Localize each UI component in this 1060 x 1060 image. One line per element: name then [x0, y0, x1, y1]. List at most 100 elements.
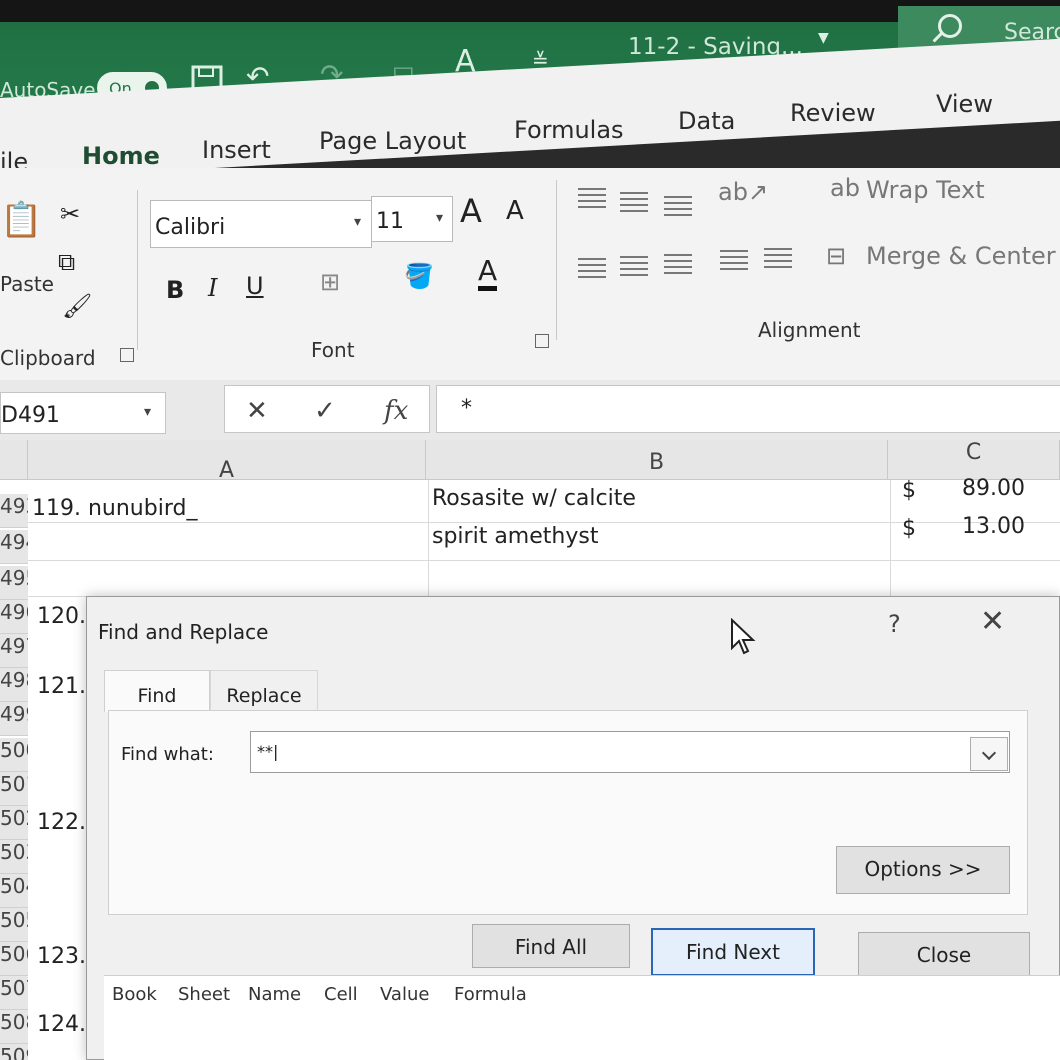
cell-a498[interactable]: 121.: [37, 674, 86, 699]
tab-review[interactable]: Review: [790, 99, 876, 127]
row-header[interactable]: 493: [0, 494, 28, 528]
decrease-indent-icon[interactable]: [720, 250, 748, 272]
column-label-b: B: [648, 450, 665, 475]
clipboard-launcher-icon[interactable]: [120, 348, 134, 362]
tab-home[interactable]: Home: [82, 142, 160, 182]
cell-a506[interactable]: 123.: [37, 944, 86, 969]
row-header[interactable]: 504: [0, 874, 28, 908]
align-left-icon[interactable]: [578, 258, 606, 280]
find-next-button[interactable]: Find Next: [651, 928, 815, 976]
paste-icon[interactable]: 📋: [0, 200, 42, 240]
underline-button[interactable]: U: [246, 272, 264, 300]
options-button[interactable]: Options >>: [836, 846, 1010, 894]
cell-b493[interactable]: Rosasite w/ calcite: [432, 486, 636, 511]
results-column-book[interactable]: Book: [112, 984, 157, 1005]
bottom-align-icon[interactable]: [664, 196, 692, 218]
row-header[interactable]: 508: [0, 1010, 28, 1044]
merge-center-button[interactable]: Merge & Center: [866, 242, 1056, 270]
tab-insert[interactable]: Insert: [202, 136, 271, 164]
name-box[interactable]: D491: [0, 392, 166, 434]
cell-a493[interactable]: 119. nunubird_: [32, 496, 197, 521]
find-what-chevron-down-icon[interactable]: [970, 737, 1008, 771]
find-what-input[interactable]: **|: [250, 731, 1010, 773]
results-column-name[interactable]: Name: [248, 984, 301, 1005]
tab-find-label: Find: [137, 685, 177, 707]
cell-c493[interactable]: 89.00: [962, 476, 1025, 501]
grow-font-button[interactable]: A: [460, 192, 482, 230]
wrap-text-button[interactable]: Wrap Text: [866, 176, 985, 204]
merge-center-icon: ⊟: [826, 242, 847, 270]
font-name-box[interactable]: Calibri: [150, 200, 372, 248]
align-right-icon[interactable]: [664, 254, 692, 276]
font-name-value: Calibri: [155, 215, 226, 240]
row-header[interactable]: 507: [0, 976, 28, 1010]
align-center-icon[interactable]: [620, 256, 648, 278]
results-column-value[interactable]: Value: [380, 984, 429, 1005]
tab-replace[interactable]: Replace: [210, 670, 318, 712]
cancel-icon[interactable]: ✕: [246, 396, 268, 426]
results-column-sheet[interactable]: Sheet: [178, 984, 230, 1005]
wrap-text-icon: ab: [830, 174, 860, 202]
cell-c494[interactable]: 13.00: [962, 514, 1025, 539]
font-color-button[interactable]: A: [478, 256, 498, 291]
row-header[interactable]: 501: [0, 772, 28, 806]
dialog-close-icon[interactable]: ✕: [980, 604, 1005, 639]
copy-icon[interactable]: ⧉: [58, 248, 75, 276]
enter-icon[interactable]: ✓: [314, 396, 336, 426]
select-all-corner[interactable]: [0, 440, 28, 480]
name-box-chevron-down-icon[interactable]: ▾: [144, 404, 151, 420]
row-header[interactable]: 498: [0, 668, 28, 702]
row-header[interactable]: 506: [0, 942, 28, 976]
tab-formulas[interactable]: Formulas: [514, 116, 624, 144]
column-label-c: C: [965, 440, 982, 465]
orientation-icon[interactable]: ab↗: [718, 178, 768, 206]
mouse-pointer-icon: [731, 618, 756, 655]
italic-button[interactable]: I: [208, 274, 217, 302]
clipboard-group-label: Clipboard: [0, 346, 96, 370]
row-header[interactable]: 495: [0, 566, 28, 600]
format-painter-icon[interactable]: 🖌: [62, 292, 92, 320]
cell-a502[interactable]: 122.: [37, 810, 86, 835]
close-button[interactable]: Close: [858, 932, 1030, 980]
column-header-b[interactable]: B: [426, 440, 888, 480]
cell-b494[interactable]: spirit amethyst: [432, 524, 598, 549]
row-header[interactable]: 505: [0, 908, 28, 942]
column-gridline: [428, 480, 429, 600]
increase-indent-icon[interactable]: [764, 248, 792, 270]
font-size-chevron-down-icon[interactable]: ▾: [436, 210, 443, 226]
row-header[interactable]: 499: [0, 702, 28, 736]
cut-icon[interactable]: ✂: [60, 200, 80, 228]
font-launcher-icon[interactable]: [535, 334, 549, 348]
middle-align-icon[interactable]: [620, 192, 648, 214]
row-header[interactable]: 509: [0, 1044, 28, 1060]
tab-find[interactable]: Find: [104, 670, 210, 712]
help-button[interactable]: ?: [888, 610, 901, 638]
row-header[interactable]: 503: [0, 840, 28, 874]
paste-label[interactable]: Paste: [0, 272, 54, 296]
results-column-formula[interactable]: Formula: [454, 984, 527, 1005]
row-header[interactable]: 494: [0, 530, 28, 564]
row-header[interactable]: 497: [0, 634, 28, 668]
row-header[interactable]: 496: [0, 600, 28, 634]
column-header-c[interactable]: C: [888, 440, 1060, 480]
insert-function-icon[interactable]: fx: [384, 396, 408, 426]
borders-icon[interactable]: ⊞: [320, 268, 340, 296]
font-name-chevron-down-icon[interactable]: ▾: [354, 214, 361, 230]
find-all-button[interactable]: Find All: [472, 924, 630, 968]
row-header[interactable]: 502: [0, 806, 28, 840]
column-header-a[interactable]: A: [28, 440, 426, 483]
top-align-icon[interactable]: [578, 188, 606, 210]
cell-a496[interactable]: 120.: [37, 604, 86, 629]
fill-color-icon[interactable]: 🪣: [404, 262, 434, 290]
title-chevron-down-icon[interactable]: ▼: [818, 30, 829, 46]
row-header[interactable]: 500: [0, 738, 28, 772]
tab-view[interactable]: View: [936, 90, 993, 118]
bold-button[interactable]: B: [166, 276, 184, 304]
search-icon: [938, 14, 962, 38]
cell-a508[interactable]: 124.: [37, 1012, 86, 1037]
shrink-font-button[interactable]: A: [506, 196, 524, 226]
tab-page-layout[interactable]: Page Layout: [319, 127, 466, 155]
results-column-cell[interactable]: Cell: [324, 984, 358, 1005]
formula-input[interactable]: *: [436, 385, 1060, 433]
tab-data[interactable]: Data: [678, 107, 735, 135]
